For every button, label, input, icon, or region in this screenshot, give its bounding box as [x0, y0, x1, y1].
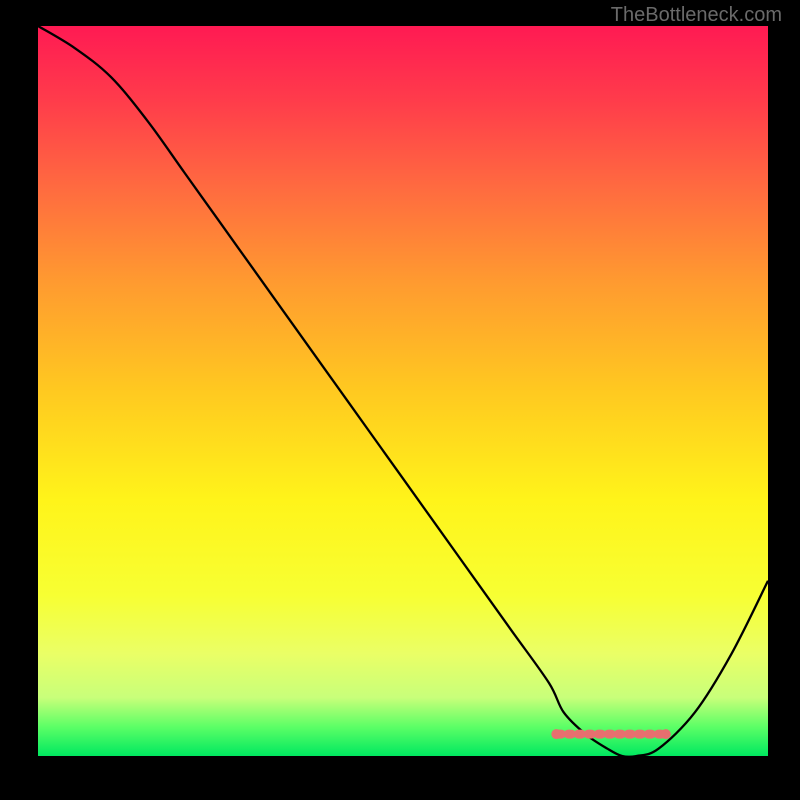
optimal-zone-markers: [551, 729, 671, 739]
attribution-text: TheBottleneck.com: [611, 4, 782, 27]
chart-plot-area: [38, 26, 768, 756]
chart-curve-layer: [38, 26, 768, 756]
bottleneck-curve-line: [38, 26, 768, 756]
